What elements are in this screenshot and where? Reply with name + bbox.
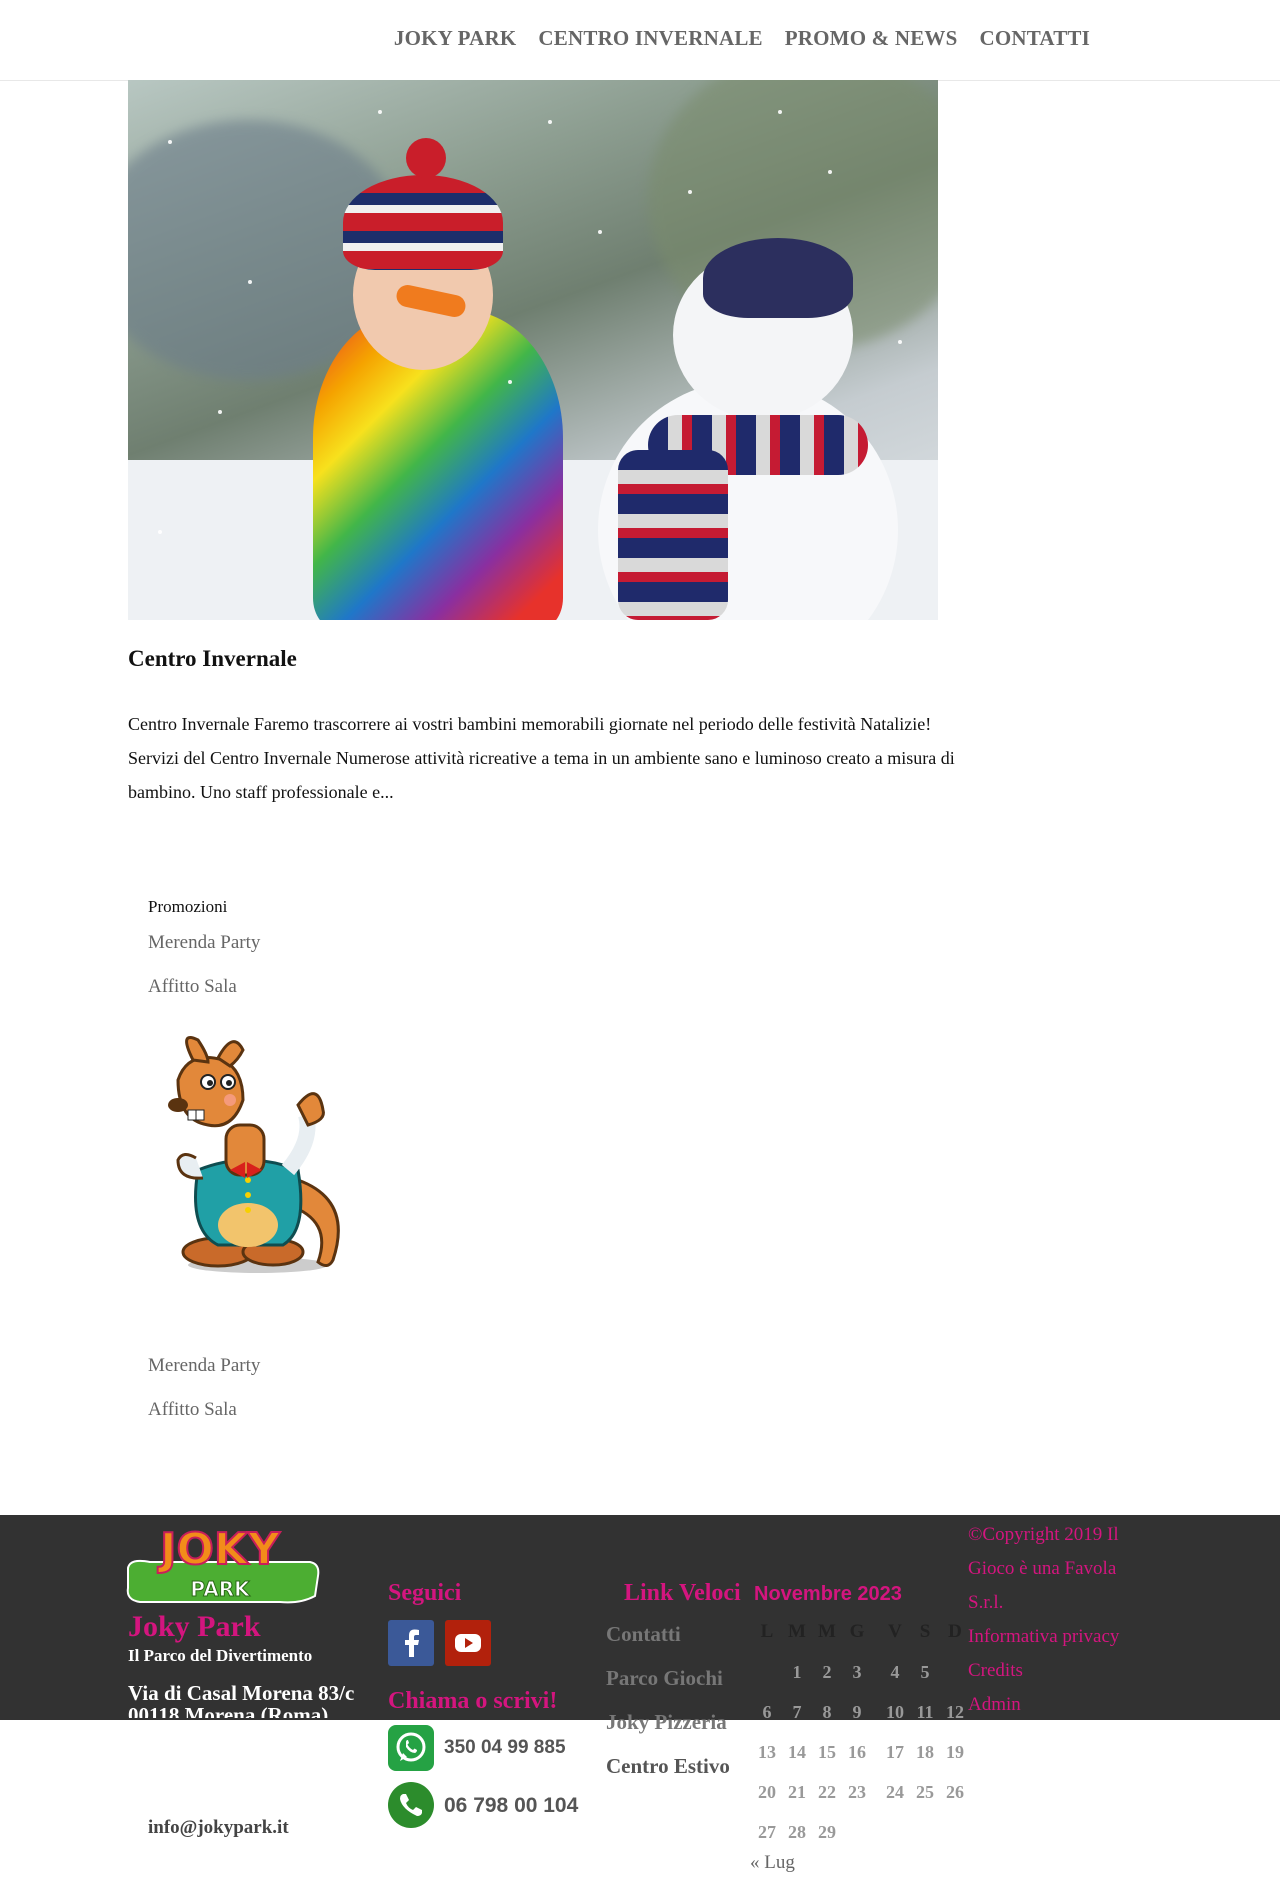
quick-link-contatti[interactable]: Contatti xyxy=(606,1622,681,1647)
calendar-weekdays: L M M G V S D xyxy=(752,1612,970,1652)
calendar-weekday: L xyxy=(760,1621,774,1642)
credits-link[interactable]: Credits xyxy=(968,1654,1138,1688)
facebook-button[interactable] xyxy=(388,1620,434,1666)
nav-item-promo-news[interactable]: PROMO & NEWS xyxy=(785,26,958,51)
calendar-day: 6 xyxy=(762,1701,772,1722)
youtube-button[interactable] xyxy=(445,1620,491,1666)
facebook-icon xyxy=(405,1629,419,1657)
calendar-day: 7 xyxy=(792,1701,802,1722)
calendar-day: 17 xyxy=(886,1741,904,1762)
nav-item-joky-park[interactable]: JOKY PARK xyxy=(394,26,517,51)
phone-icon[interactable] xyxy=(388,1782,434,1828)
calendar-day: 21 xyxy=(788,1781,806,1802)
calendar-title: Novembre 2023 xyxy=(754,1583,902,1605)
phone-number[interactable]: 06 798 00 104 xyxy=(444,1794,578,1818)
quick-link-centro-estivo[interactable]: Centro Estivo xyxy=(606,1754,730,1779)
footer-tagline: Il Parco del Divertimento xyxy=(128,1646,313,1665)
nav-item-centro-invernale[interactable]: CENTRO INVERNALE xyxy=(538,26,762,51)
calendar-day: 16 xyxy=(848,1741,866,1762)
calendar-day xyxy=(910,1812,940,1852)
calendar-week: 27 28 29 xyxy=(752,1812,970,1852)
calendar-day: 15 xyxy=(818,1741,836,1762)
calendar-day: 4 xyxy=(890,1661,900,1682)
link-affitto-sala[interactable]: Affitto Sala xyxy=(148,1399,237,1421)
calendar-day: 22 xyxy=(818,1781,836,1802)
calendar-day: 27 xyxy=(758,1821,776,1842)
calendar-day: 28 xyxy=(788,1821,806,1842)
calendar-weekday: S xyxy=(919,1621,931,1642)
calendar-day xyxy=(940,1652,970,1692)
footer-address: Via di Casal Morena 83/c 00118 Morena (R… xyxy=(128,1682,355,1718)
calendar-day: 10 xyxy=(886,1701,904,1722)
calendar-day: 29 xyxy=(818,1821,836,1842)
seguici-heading: Seguici xyxy=(388,1580,462,1606)
promo-link-merenda-party[interactable]: Merenda Party xyxy=(148,932,260,954)
calendar-day: 1 xyxy=(792,1661,802,1682)
calendar-day: 23 xyxy=(848,1781,866,1802)
calendar-day: 18 xyxy=(916,1741,934,1762)
quick-link-joky-pizzeria[interactable]: Joky Pizzeria xyxy=(606,1710,727,1735)
nav-item-contatti[interactable]: CONTATTI xyxy=(979,26,1090,51)
calendar-day: 20 xyxy=(758,1781,776,1802)
joky-park-logo[interactable]: PARK JOKY xyxy=(120,1518,330,1604)
copyright-text: ©Copyright 2019 Il Gioco è una Favola S.… xyxy=(968,1524,1119,1613)
promo-link-affitto-sala[interactable]: Affitto Sala xyxy=(148,976,237,998)
calendar-week: 1 2 3 4 5 xyxy=(752,1652,970,1692)
calendar-week: 20 21 22 23 24 25 26 xyxy=(752,1772,970,1812)
calendar: L M M G V S D 1 2 3 4 5 6 7 8 9 10 11 12 xyxy=(752,1612,970,1852)
calendar-day: 13 xyxy=(758,1741,776,1762)
privacy-link[interactable]: Informativa privacy xyxy=(968,1620,1138,1654)
calendar-day xyxy=(940,1812,970,1852)
calendar-prev-month-link[interactable]: « Lug xyxy=(750,1852,795,1874)
main-nav: JOKY PARK CENTRO INVERNALE PROMO & NEWS … xyxy=(394,26,1090,51)
calendar-day: 2 xyxy=(822,1661,832,1682)
calendar-day xyxy=(872,1812,910,1852)
calendar-day: 19 xyxy=(946,1741,964,1762)
logo-text-joky: JOKY xyxy=(157,1524,281,1575)
calendar-day: 25 xyxy=(916,1781,934,1802)
calendar-weekday: V xyxy=(888,1621,902,1642)
youtube-icon xyxy=(455,1634,481,1652)
footer-email[interactable]: info@jokypark.it xyxy=(148,1817,289,1839)
calendar-day: 12 xyxy=(946,1701,964,1722)
calendar-day: 3 xyxy=(852,1661,862,1682)
calendar-weekday: G xyxy=(849,1621,865,1642)
calendar-day: 11 xyxy=(916,1701,934,1722)
calendar-day: 9 xyxy=(852,1701,862,1722)
calendar-week: 13 14 15 16 17 18 19 xyxy=(752,1732,970,1772)
footer-brand: Joky Park xyxy=(128,1610,261,1643)
calendar-day xyxy=(752,1652,782,1692)
link-merenda-party[interactable]: Merenda Party xyxy=(148,1355,260,1377)
logo-text-park: PARK xyxy=(190,1577,251,1601)
whatsapp-number[interactable]: 350 04 99 885 xyxy=(444,1737,566,1759)
admin-link[interactable]: Admin xyxy=(968,1688,1138,1722)
kangaroo-mascot-image xyxy=(148,1030,348,1280)
calendar-day: 24 xyxy=(886,1781,904,1802)
promozioni-heading: Promozioni xyxy=(148,897,228,916)
calendar-day: 14 xyxy=(788,1741,806,1762)
calendar-weekday: M xyxy=(818,1621,836,1642)
link-veloci-heading: Link Veloci xyxy=(624,1580,741,1606)
post-title[interactable]: Centro Invernale xyxy=(128,646,297,672)
quick-link-parco-giochi[interactable]: Parco Giochi xyxy=(606,1666,723,1691)
calendar-day: 8 xyxy=(822,1701,832,1722)
calendar-day: 5 xyxy=(920,1661,930,1682)
chiama-heading: Chiama o scrivi! xyxy=(388,1688,558,1714)
calendar-day: 26 xyxy=(946,1781,964,1802)
post-featured-image[interactable] xyxy=(128,80,938,620)
footer-legal: ©Copyright 2019 Il Gioco è una Favola S.… xyxy=(968,1518,1138,1722)
calendar-weekday: D xyxy=(948,1621,962,1642)
whatsapp-icon[interactable] xyxy=(388,1725,434,1771)
calendar-weekday: M xyxy=(788,1621,806,1642)
post-excerpt: Centro Invernale Faremo trascorrere ai v… xyxy=(128,714,955,802)
calendar-day xyxy=(842,1812,872,1852)
calendar-week: 6 7 8 9 10 11 12 xyxy=(752,1692,970,1732)
